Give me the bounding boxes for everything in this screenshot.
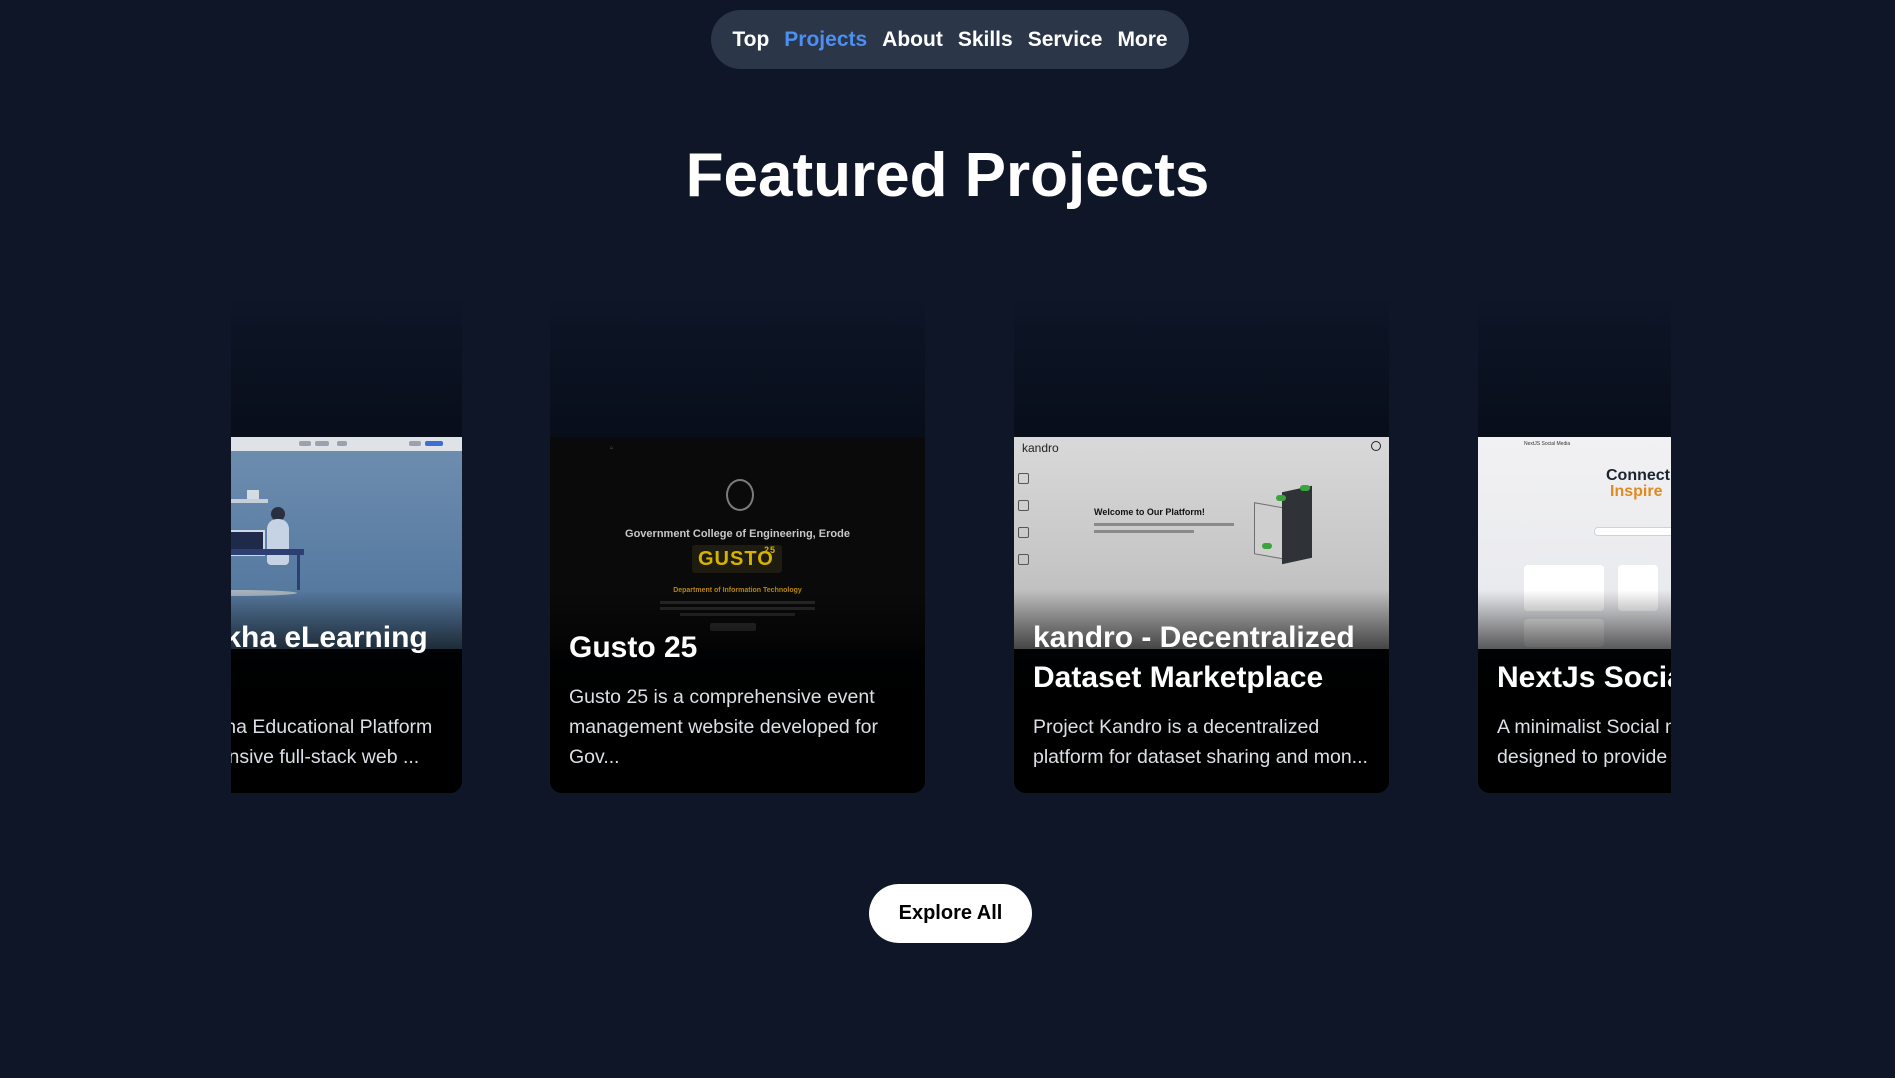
project-description: Project Kandro is a decentralized platfo… [1033,716,1368,768]
project-title: Bodhasikha eLearning Platform [231,621,428,654]
project-info: kandro - Decentralized Dataset Marketpla… [1033,618,1370,772]
project-card-kandro[interactable]: kandro Welcome to Our Platform! kandro -… [1014,290,1389,793]
nav-link-skills[interactable]: Skills [958,28,1013,52]
college-seal-icon [726,479,754,511]
project-title: NextJs Social Media [1497,661,1671,694]
nav-link-service[interactable]: Service [1028,28,1103,52]
top-navigation: Top Projects About Skills Service More [711,10,1189,69]
project-info: Gusto 25 Gusto 25 is a comprehensive eve… [569,628,906,772]
nav-link-top[interactable]: Top [732,28,769,52]
nav-link-about[interactable]: About [882,28,943,52]
project-card-gusto[interactable]: ⌂ Government College of Engineering, Ero… [550,290,925,793]
section-title: Featured Projects [685,141,1210,210]
gusto-logo: GUSTO 25 [692,545,782,573]
sidebar-icons [1018,473,1032,573]
projects-carousel[interactable]: Bodhasikha eLearning Platform The Bodhas… [231,290,1671,795]
nav-link-projects[interactable]: Projects [784,28,867,52]
explore-all-button[interactable]: Explore All [869,884,1032,943]
project-description: A minimalist Social media platform desig… [1497,716,1671,768]
nav-link-more[interactable]: More [1117,28,1167,52]
project-title: Gusto 25 [569,631,698,664]
profile-icon [1371,441,1381,451]
project-card-nextjs[interactable]: NextJS Social Media Connect and Inspire … [1478,290,1671,793]
project-title: kandro - Decentralized Dataset Marketpla… [1033,621,1355,694]
project-info: NextJs Social Media A minimalist Social … [1497,658,1671,772]
project-info: Bodhasikha eLearning Platform The Bodhas… [231,618,443,772]
project-description: Gusto 25 is a comprehensive event manage… [569,686,878,768]
project-description: The Bodhasikha Educational Platform is a… [231,716,433,768]
thumbnail-header [231,437,462,451]
project-card-bodhasikha[interactable]: Bodhasikha eLearning Platform The Bodhas… [231,290,462,793]
